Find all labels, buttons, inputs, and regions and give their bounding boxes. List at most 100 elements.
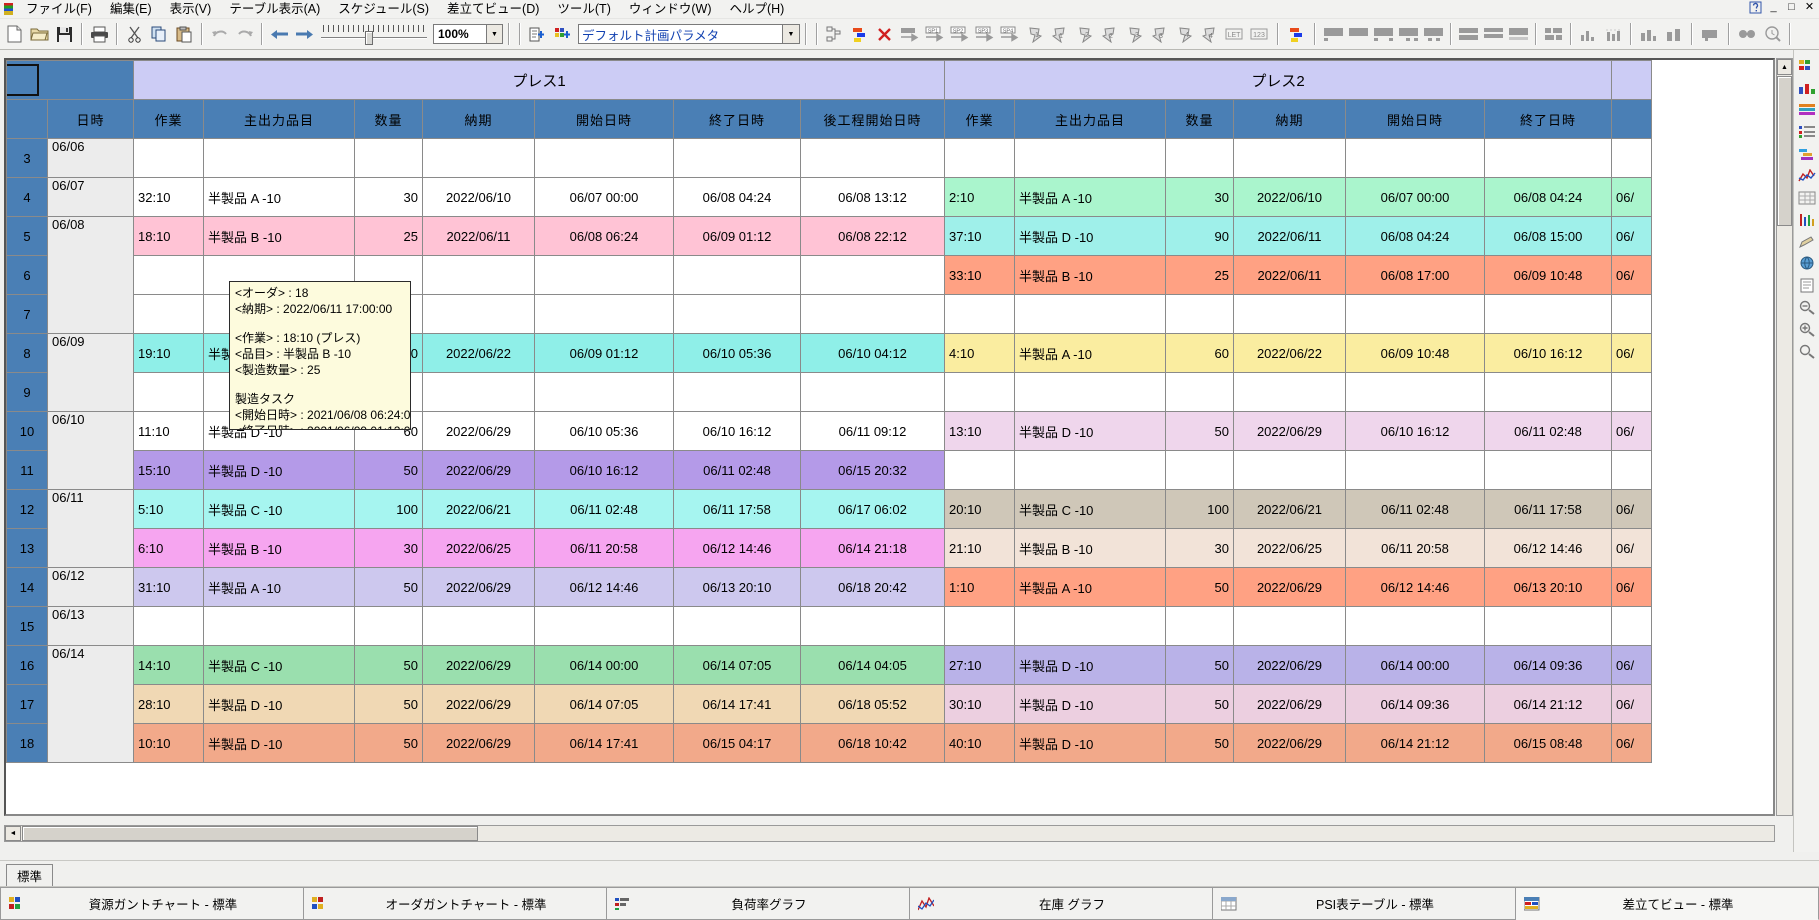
open-folder-icon[interactable] — [27, 22, 52, 46]
column-header-p2_next[interactable] — [1611, 99, 1652, 139]
press1-item-cell[interactable]: 半製品 C -10 — [203, 489, 355, 529]
plan-parameter-dropdown-arrow-icon[interactable]: ▼ — [783, 24, 800, 44]
press1-start-cell[interactable]: 06/11 02:48 — [534, 489, 674, 529]
date-cell[interactable]: 06/07 — [47, 177, 134, 217]
press1-end-cell[interactable]: 06/15 04:17 — [673, 723, 801, 763]
press1-next-cell[interactable]: 06/18 20:42 — [800, 567, 945, 607]
press2-end-cell[interactable]: 06/09 10:48 — [1484, 255, 1612, 295]
row-number[interactable]: 10 — [6, 411, 48, 451]
date-cell[interactable]: 06/13 — [47, 606, 134, 646]
press2-start-cell[interactable]: 06/14 00:00 — [1345, 645, 1485, 685]
press1-qty-cell[interactable]: 50 — [354, 450, 423, 490]
press2-end-cell[interactable]: 06/10 16:12 — [1484, 333, 1612, 373]
menu-window[interactable]: ウィンドウ(W) — [620, 0, 721, 19]
layout-d-icon[interactable] — [1396, 22, 1421, 46]
row-number[interactable]: 12 — [6, 489, 48, 529]
press2-due-cell[interactable]: 2022/06/22 — [1233, 333, 1346, 373]
press2-task-cell[interactable]: 33:10 — [944, 255, 1015, 295]
press2-qty-cell[interactable] — [1165, 138, 1234, 178]
press2-item-cell[interactable]: 半製品 B -10 — [1014, 255, 1166, 295]
press1-qty-cell[interactable]: 50 — [354, 567, 423, 607]
zoom-slider[interactable] — [321, 23, 427, 45]
table-row[interactable]: 5 06/08 18:10 半製品 B -10 25 2022/06/11 06/08 06… — [6, 216, 1652, 334]
press1-due-cell[interactable]: 2022/06/29 — [422, 645, 535, 685]
rail-list-icon[interactable] — [1796, 122, 1818, 141]
view-tab-3[interactable]: 負荷率グラフ — [607, 887, 910, 920]
press1-item-cell[interactable]: 半製品 B -10 — [203, 528, 355, 568]
rail-zoom-out-icon[interactable] — [1796, 298, 1818, 317]
row-number[interactable]: 16 — [6, 645, 48, 685]
press1-end-cell[interactable]: 06/10 16:12 — [673, 411, 801, 451]
menu-dispatch-view[interactable]: 差立てビュー(D) — [438, 0, 548, 19]
press1-start-cell[interactable] — [534, 138, 674, 178]
press2-next-cell[interactable]: 06/ — [1611, 333, 1652, 373]
date-cell[interactable]: 06/09 — [47, 333, 134, 412]
number-label-icon[interactable]: 123 — [1247, 22, 1272, 46]
press1-task-cell[interactable]: 31:10 — [133, 567, 204, 607]
press1-qty-cell[interactable]: 50 — [354, 645, 423, 685]
horizontal-scroll-thumb[interactable] — [22, 826, 478, 841]
press1-next-cell[interactable] — [800, 255, 945, 295]
press1-end-cell[interactable]: 06/10 05:36 — [673, 333, 801, 373]
close-button[interactable]: ✕ — [1802, 1, 1817, 15]
press1-item-cell[interactable]: 半製品 A -10 — [203, 177, 355, 217]
press1-end-cell[interactable] — [673, 138, 801, 178]
press2-qty-cell[interactable] — [1165, 450, 1234, 490]
reschedule-3-icon[interactable]: 3 — [1122, 22, 1147, 46]
press1-start-cell[interactable] — [534, 606, 674, 646]
press2-qty-cell[interactable]: 50 — [1165, 411, 1234, 451]
view-tab-4[interactable]: 在庫 グラフ — [910, 887, 1213, 920]
press1-next-cell[interactable] — [800, 606, 945, 646]
press1-start-cell[interactable]: 06/11 20:58 — [534, 528, 674, 568]
press1-task-cell[interactable]: 10:10 — [133, 723, 204, 763]
press2-item-cell[interactable]: 半製品 C -10 — [1014, 489, 1166, 529]
paste-icon[interactable] — [172, 22, 197, 46]
menu-help[interactable]: ヘルプ(H) — [720, 0, 793, 19]
press2-due-cell[interactable]: 2022/06/25 — [1233, 528, 1346, 568]
date-cell[interactable]: 06/06 — [47, 138, 134, 178]
press2-item-cell[interactable]: 半製品 A -10 — [1014, 567, 1166, 607]
stacked-chart-icon[interactable] — [1661, 22, 1686, 46]
press1-due-cell[interactable] — [422, 294, 535, 334]
rail-line-chart-icon[interactable] — [1796, 166, 1818, 185]
press2-start-cell[interactable] — [1345, 450, 1485, 490]
press2-task-cell[interactable] — [944, 294, 1015, 334]
redo-icon[interactable] — [232, 22, 257, 46]
column-header-p2_qty[interactable]: 数量 — [1165, 99, 1234, 139]
press1-task-cell[interactable]: 32:10 — [133, 177, 204, 217]
view-tab-2[interactable]: オーダガントチャート - 標準 — [304, 887, 607, 920]
table-row[interactable]: 17 28:10 半製品 D -10 50 2022/06/29 06/14 07:05 0… — [6, 684, 1652, 724]
minimize-button[interactable]: _ — [1766, 1, 1781, 15]
zoom-value[interactable]: 100% — [433, 24, 487, 44]
reschedule-4b-icon[interactable]: 4 — [1197, 22, 1222, 46]
press1-start-cell[interactable]: 06/14 00:00 — [534, 645, 674, 685]
press1-item-cell[interactable]: 半製品 B -10 — [203, 216, 355, 256]
rail-chart-icon[interactable] — [1796, 78, 1818, 97]
press1-end-cell[interactable]: 06/14 17:41 — [673, 684, 801, 724]
press2-due-cell[interactable]: 2022/06/29 — [1233, 723, 1346, 763]
press2-due-cell[interactable]: 2022/06/21 — [1233, 489, 1346, 529]
column-header-date[interactable]: 日時 — [47, 99, 134, 139]
press2-qty-cell[interactable]: 25 — [1165, 255, 1234, 295]
schedule-sp2-icon[interactable]: SP2 — [947, 22, 972, 46]
press1-item-cell[interactable]: 半製品 D -10 — [203, 723, 355, 763]
column-header-p1_end[interactable]: 終了日時 — [673, 99, 801, 139]
press1-next-cell[interactable]: 06/18 05:52 — [800, 684, 945, 724]
press2-next-cell[interactable]: 06/ — [1611, 684, 1652, 724]
press2-start-cell[interactable] — [1345, 606, 1485, 646]
press1-qty-cell[interactable]: 30 — [354, 177, 423, 217]
press2-task-cell[interactable]: 40:10 — [944, 723, 1015, 763]
press1-task-cell[interactable]: 6:10 — [133, 528, 204, 568]
press1-next-cell[interactable]: 06/08 13:12 — [800, 177, 945, 217]
press1-next-cell[interactable]: 06/14 21:18 — [800, 528, 945, 568]
press2-task-cell[interactable]: 20:10 — [944, 489, 1015, 529]
press1-next-cell[interactable] — [800, 138, 945, 178]
menu-tools[interactable]: ツール(T) — [548, 0, 619, 19]
press1-due-cell[interactable] — [422, 138, 535, 178]
press2-next-cell[interactable]: 06/ — [1611, 411, 1652, 451]
press1-end-cell[interactable] — [673, 372, 801, 412]
press1-due-cell[interactable]: 2022/06/29 — [422, 684, 535, 724]
table-row[interactable]: 18 10:10 半製品 D -10 50 2022/06/29 06/14 17:41 0… — [6, 723, 1652, 763]
press1-end-cell[interactable] — [673, 255, 801, 295]
press2-item-cell[interactable]: 半製品 D -10 — [1014, 411, 1166, 451]
